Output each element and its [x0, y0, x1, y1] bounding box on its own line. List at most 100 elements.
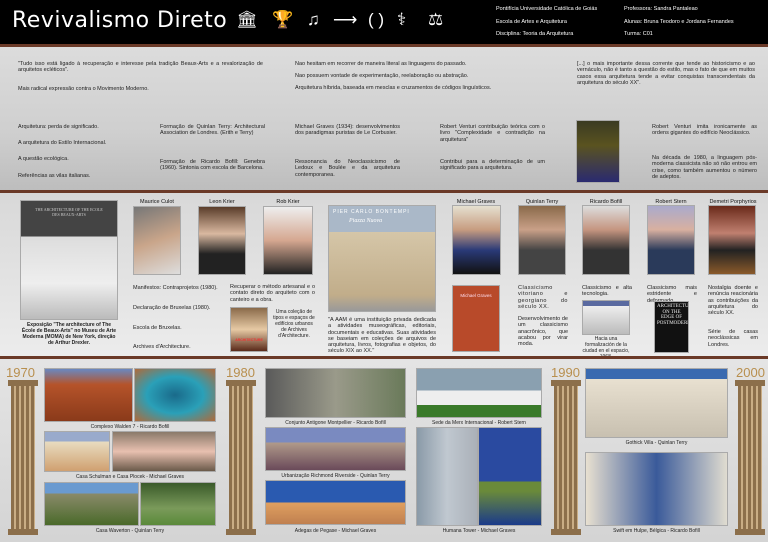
students: Alunas: Bruna Teodoro e Jordana Fernande… — [624, 19, 734, 25]
hybrid-text: Arquitetura híbrida, baseada em mesclas … — [295, 85, 492, 91]
poster-title: Revivalismo Direto — [12, 8, 228, 33]
culot-declaration: Declaração de Bruxelas (1980). — [133, 305, 211, 311]
casa-waverton-photo — [44, 482, 139, 526]
column-pillar — [226, 380, 256, 535]
column-pillar — [8, 380, 38, 535]
institution: Pontifícia Universidade Católica de Goiá… — [496, 6, 598, 12]
porphyrios-nostalgia: Nostalgia doente e renúncia reacionária … — [708, 285, 758, 317]
hesitation-text: Nao hesitam em recorrer de maneira liter… — [295, 61, 467, 67]
gothick-villa-photo — [585, 368, 728, 438]
photo-caption: Casa Schulman e Casa Plocek - Michael Gr… — [75, 474, 185, 480]
exhibit-sign: THE ARCHITECTURE OF THE ECOLE DES BEAUX-… — [35, 207, 103, 217]
graves-text: Michael Graves (1934): desenvolvimentos … — [295, 124, 400, 137]
terry-classicism: Classicismo vitoriano e georgiano do séc… — [518, 285, 568, 310]
book-title: ARCHITECTURE — [235, 338, 263, 342]
photo-caption: Urbanização Richmond Riverside - Quinlan… — [281, 473, 390, 479]
resonance-text: Ressonancia do Neoclassicismo de Ledoux … — [295, 159, 400, 178]
portrait-quinlan-terry — [518, 205, 566, 275]
culot-archives: Archives d'Architecture. — [133, 344, 191, 350]
casa-schulman-photo — [44, 431, 110, 472]
quote-historicism: [...] o mais importante dessa corrente q… — [577, 61, 755, 86]
portrait-robert-stern — [647, 205, 695, 275]
photo-caption: Casa Waverton - Quinlan Terry — [95, 528, 165, 534]
book-title: ARCHITECTURE ON THE EDGE OF POSTMODERNIS… — [657, 304, 689, 326]
bofill-formation: Formação de Ricardo Bofill: Genebra (196… — [160, 159, 265, 172]
exposition-photo: THE ARCHITECTURE OF THE ECOLE DES BEAUX-… — [20, 200, 118, 320]
casa-plocek-photo — [112, 431, 216, 472]
richmond-riverside-photo — [265, 427, 406, 471]
decade-text: Na década de 1980, a linguagem pós-moder… — [652, 155, 757, 180]
porphyrios-houses: Série de casas neoclássicas em Londres. — [708, 329, 758, 348]
piazza-nuova-cover: PIER CARLO BONTEMPI Piazza Nuova — [328, 205, 436, 312]
antigone-photo — [265, 368, 406, 418]
lyre-icon: ♫ — [307, 10, 320, 29]
class: Turma: C01 — [624, 31, 653, 37]
walden7-interior-photo — [134, 368, 216, 422]
aam-caption: "A AAM é uma instituição privada dedicad… — [328, 317, 436, 355]
pegase-photo — [265, 480, 406, 525]
merx-photo — [416, 368, 542, 418]
caduceus-icon: ⚕ — [397, 10, 407, 29]
photo-caption: Gothick Villa - Quinlan Terry — [625, 440, 688, 446]
krier-text: Recuperar o método artesanal e o contato… — [230, 284, 315, 303]
walden7-photo — [44, 368, 133, 422]
venturi-orders-text: Robert Venturi imita ironicamente as ord… — [652, 124, 757, 137]
list-item: A arquitetura do Estilo Internacional. — [18, 140, 107, 146]
portrait-rob-krier — [263, 206, 313, 275]
column-pillar — [735, 380, 765, 535]
quote-beaux-arts: "Tudo isso está ligado à recuperação e i… — [18, 61, 263, 74]
year-label: 1980 — [226, 365, 255, 380]
terry-anachronic: Desenvolvimento de um classicismo anacrô… — [518, 316, 568, 348]
book-author: PIER CARLO BONTEMPI — [333, 209, 410, 215]
list-item: Referências as vilas italianas. — [18, 173, 91, 179]
school: Escola de Artes e Arquitetura — [496, 19, 567, 25]
temple-icon: 🏛 — [236, 10, 258, 29]
bofill-text: Classicismo e alta tecnologia. — [582, 285, 632, 298]
culot-manifestos: Manifestos: Contraprojetos (1980). — [133, 285, 218, 291]
casa-waverton-garden-photo — [140, 482, 216, 526]
exposition-caption: Exposição "The architecture of The École… — [21, 322, 117, 346]
discipline: Disciplina: Teoria da Arquitetura — [496, 31, 574, 37]
trophy-icon: 🏆 — [272, 10, 294, 29]
archives-book-cover: ARCHITECTURE — [230, 307, 268, 352]
scales-icon: ⚖ — [428, 10, 444, 29]
professor: Professora: Sandra Pantaleao — [624, 6, 698, 12]
list-item: Arquitetura: perda de significado. — [18, 124, 99, 130]
humana-tower-reflection-photo — [478, 427, 542, 526]
photo-caption: Adegas de Pegase - Michael Graves — [294, 528, 377, 534]
photo-caption: Sede da Merx Internacional - Robert Ster… — [432, 420, 526, 426]
humana-tower-photo — [416, 427, 478, 526]
year-label: 2000 — [736, 365, 765, 380]
culot-school: Escola de Bruxelas. — [133, 325, 182, 331]
swift-photo — [585, 452, 728, 526]
year-label: 1970 — [6, 365, 35, 380]
portrait-ricardo-bofill — [582, 205, 630, 275]
experimentation-text: Nao possuem vontade de experimentação, r… — [295, 73, 469, 79]
bofill-plan-image — [582, 300, 630, 335]
column-pillar — [551, 380, 581, 535]
photo-caption: Complexo Walden 7 - Ricardo Bofill — [90, 424, 170, 430]
terry-formation: Formação de Quinlan Terry: Architectural… — [160, 124, 265, 137]
portrait-michael-graves — [452, 205, 501, 275]
venturi-text: Robert Venturi contribuição teórica com … — [440, 124, 545, 143]
graves-book-cover: Michael Graves — [452, 285, 500, 352]
portrait-leon-krier — [198, 206, 246, 275]
list-item: A questão ecológica. — [18, 156, 69, 162]
name-label: Maurice Culot — [140, 199, 174, 205]
arrow-icon: ⟶ — [333, 10, 358, 29]
radical-text: Mais radical expressão contra o Moviment… — [18, 86, 149, 92]
venturi-book-cover — [576, 120, 620, 183]
book-title: Michael Graves — [460, 293, 492, 298]
contribution-text: Contribui para a determinação de um sign… — [440, 159, 545, 172]
year-label: 1990 — [551, 365, 580, 380]
stern-book-cover: ARCHITECTURE ON THE EDGE OF POSTMODERNIS… — [654, 301, 689, 353]
photo-caption: Conjunto Antigone Montpellier - Ricardo … — [285, 420, 386, 426]
name-label: Leon Krier — [209, 199, 235, 205]
photo-caption: Swift em Hulpe, Bélgica - Ricardo Bofill — [613, 528, 700, 534]
archives-text: Uma coleção de tipos e espaços de edifíc… — [273, 309, 315, 339]
book-title: Piazza Nuova — [349, 218, 383, 224]
portrait-demetri-porphyrios — [708, 205, 756, 275]
portrait-maurice-culot — [133, 206, 181, 275]
photo-caption: Humana Tower - Michael Graves — [442, 528, 516, 534]
laurel-icon: ( ) — [368, 10, 385, 29]
